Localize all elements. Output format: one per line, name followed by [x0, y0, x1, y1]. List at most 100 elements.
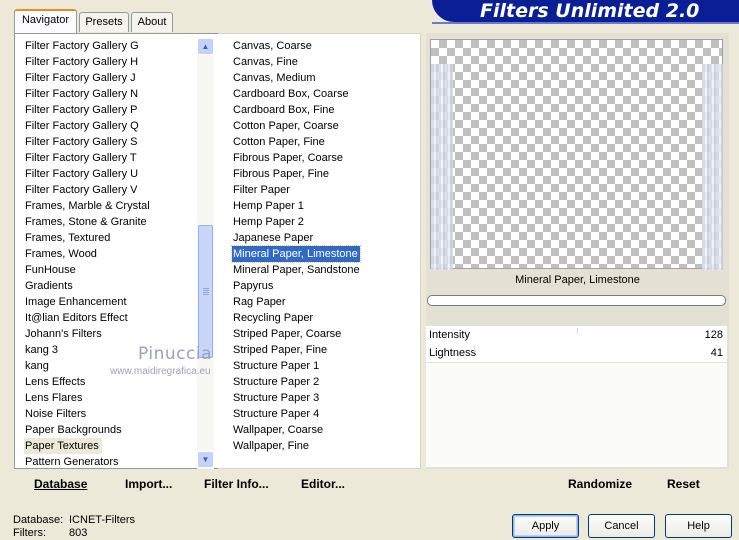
category-item[interactable]: Filter Factory Gallery N — [24, 86, 194, 102]
filter-item[interactable]: Papyrus — [232, 278, 418, 294]
filter-label: Structure Paper 1 — [233, 360, 320, 372]
filter-label: Rag Paper — [233, 296, 286, 308]
category-item[interactable]: Frames, Textured — [24, 230, 194, 246]
category-item[interactable]: Filter Factory Gallery S — [24, 134, 194, 150]
filter-item[interactable]: Hemp Paper 1 — [232, 198, 418, 214]
intensity-slider[interactable]: Intensity 128 — [426, 326, 727, 344]
reset-button[interactable]: Reset — [667, 477, 700, 491]
category-item[interactable]: Johann's Filters — [24, 326, 194, 342]
filter-item[interactable]: Canvas, Fine — [232, 54, 418, 70]
randomize-button[interactable]: Randomize — [568, 477, 632, 491]
filter-item[interactable]: Wallpaper, Coarse — [232, 422, 418, 438]
category-item[interactable]: Frames, Wood — [24, 246, 194, 262]
filter-item[interactable]: Structure Paper 4 — [232, 406, 418, 422]
preview-filter-name: Mineral Paper, Limestone — [515, 274, 640, 286]
filter-item[interactable]: Canvas, Coarse — [232, 38, 418, 54]
filter-item[interactable]: Mineral Paper, Limestone — [231, 245, 418, 263]
filter-item[interactable]: Filter Paper — [232, 182, 418, 198]
category-item[interactable]: Image Enhancement — [24, 294, 194, 310]
filter-label: Hemp Paper 1 — [233, 200, 304, 212]
import-button[interactable]: Import... — [125, 477, 172, 491]
filter-info-button[interactable]: Filter Info... — [204, 477, 269, 491]
param-slot[interactable] — [426, 453, 727, 467]
category-item[interactable]: Pattern Generators — [24, 454, 194, 470]
filter-item[interactable]: Japanese Paper — [232, 230, 418, 246]
import-label: Import... — [125, 477, 173, 491]
filter-item[interactable]: Cardboard Box, Fine — [232, 102, 418, 118]
filter-item[interactable]: Fibrous Paper, Fine — [232, 166, 418, 182]
filter-label: Cotton Paper, Coarse — [233, 120, 339, 132]
param-label: Lightness — [429, 347, 477, 359]
filter-item[interactable]: Striped Paper, Fine — [232, 342, 418, 358]
category-item[interactable]: FunHouse — [24, 262, 194, 278]
tab-navigator[interactable]: Navigator — [14, 9, 77, 33]
tab-presets[interactable]: Presets — [79, 12, 129, 32]
filter-item[interactable]: Mineral Paper, Sandstone — [232, 262, 418, 278]
filter-item[interactable]: Structure Paper 1 — [232, 358, 418, 374]
filter-item[interactable]: Hemp Paper 2 — [232, 214, 418, 230]
category-item[interactable]: Paper Textures — [24, 438, 194, 454]
filter-item[interactable]: Cotton Paper, Fine — [232, 134, 418, 150]
category-item[interactable]: Filter Factory Gallery G — [24, 38, 194, 54]
param-slot[interactable] — [426, 363, 727, 381]
filter-label: Wallpaper, Fine — [233, 440, 310, 452]
category-item[interactable]: Filter Factory Gallery J — [24, 70, 194, 86]
filter-item[interactable]: Striped Paper, Coarse — [232, 326, 418, 342]
category-item[interactable]: Filter Factory Gallery H — [24, 54, 194, 70]
arrow-up-icon[interactable]: ▲ — [197, 38, 214, 55]
lightness-slider[interactable]: Lightness 41 — [426, 344, 727, 362]
category-item[interactable]: Filter Factory Gallery V — [24, 182, 194, 198]
filter-item[interactable]: Rag Paper — [232, 294, 418, 310]
tab-about[interactable]: About — [131, 12, 173, 32]
filter-item[interactable]: Cotton Paper, Coarse — [232, 118, 418, 134]
param-slot[interactable] — [426, 381, 727, 399]
category-item[interactable]: Paper Backgrounds — [24, 422, 194, 438]
filter-label: Filter Paper — [233, 184, 290, 196]
watermark-name: Pinuccia — [138, 344, 212, 364]
filter-label: Fibrous Paper, Coarse — [233, 152, 344, 164]
category-item[interactable]: Frames, Stone & Granite — [24, 214, 194, 230]
param-slot[interactable] — [426, 417, 727, 435]
category-item[interactable]: Lens Flares — [24, 390, 194, 406]
filter-item[interactable]: Wallpaper, Fine — [232, 438, 418, 454]
category-label: It@lian Editors Effect — [25, 312, 128, 324]
category-item[interactable]: Filter Factory Gallery T — [24, 150, 194, 166]
category-item[interactable]: Noise Filters — [24, 406, 194, 422]
category-label: Johann's Filters — [25, 328, 102, 340]
cancel-button[interactable]: Cancel — [588, 514, 655, 538]
category-list[interactable]: Filter Factory Gallery G Filter Factory G… — [24, 38, 194, 470]
filter-item[interactable]: Cardboard Box, Coarse — [232, 86, 418, 102]
category-item[interactable]: Filter Factory Gallery P — [24, 102, 194, 118]
category-item[interactable]: Frames, Marble & Crystal — [24, 198, 194, 214]
reset-label: Reset — [667, 477, 700, 491]
editor-button[interactable]: Editor... — [301, 477, 345, 491]
category-label: FunHouse — [25, 264, 76, 276]
slider-thumb[interactable] — [474, 346, 475, 352]
slider-thumb[interactable] — [577, 328, 578, 334]
filter-item[interactable]: Structure Paper 3 — [232, 390, 418, 406]
category-item[interactable]: Gradients — [24, 278, 194, 294]
filter-label: Hemp Paper 2 — [233, 216, 304, 228]
param-slot[interactable] — [426, 399, 727, 417]
param-slot[interactable] — [426, 435, 727, 453]
database-button[interactable]: Database — [34, 477, 87, 491]
randomize-label: Randomize — [568, 477, 633, 491]
category-item[interactable]: Filter Factory Gallery Q — [24, 118, 194, 134]
filter-label: Striped Paper, Coarse — [233, 328, 342, 340]
category-item[interactable]: Filter Factory Gallery U — [24, 166, 194, 182]
param-label: Intensity — [429, 329, 470, 341]
filter-label: Structure Paper 4 — [233, 408, 320, 420]
filter-item[interactable]: Fibrous Paper, Coarse — [232, 150, 418, 166]
filter-item[interactable]: Recycling Paper — [232, 310, 418, 326]
arrow-down-icon[interactable]: ▼ — [197, 451, 214, 468]
param-value: 128 — [704, 329, 723, 341]
apply-button[interactable]: Apply — [512, 514, 579, 538]
category-item[interactable]: It@lian Editors Effect — [24, 310, 194, 326]
scrollbar-thumb[interactable] — [198, 225, 213, 358]
category-label: kang — [25, 360, 49, 372]
help-button[interactable]: Help — [665, 514, 732, 538]
filter-item[interactable]: Structure Paper 2 — [232, 374, 418, 390]
filter-list[interactable]: Canvas, Coarse Canvas, Fine Canvas, Medium… — [231, 38, 418, 454]
category-label: Filter Factory Gallery J — [25, 72, 136, 84]
filter-item[interactable]: Canvas, Medium — [232, 70, 418, 86]
